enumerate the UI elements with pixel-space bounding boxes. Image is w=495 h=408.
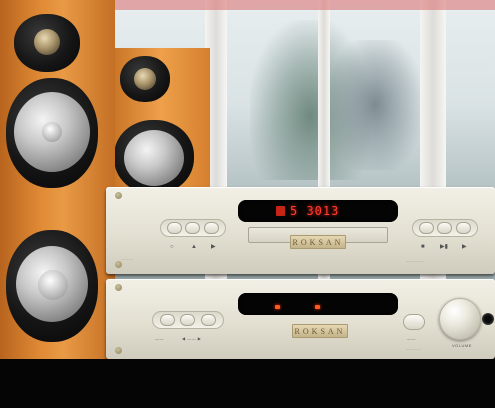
model-print: — — — — bbox=[406, 347, 421, 351]
screw bbox=[115, 347, 122, 354]
input-led bbox=[275, 305, 280, 309]
next-icon: ▶ bbox=[462, 244, 467, 250]
woofer-surround bbox=[114, 120, 194, 194]
brand-logo: ROKSAN bbox=[292, 324, 348, 338]
cd-right-button-group bbox=[412, 219, 478, 237]
skip-button[interactable] bbox=[437, 222, 453, 234]
eject-icon: ▲ bbox=[191, 244, 197, 250]
power-icon: ○ bbox=[170, 244, 174, 250]
screw bbox=[115, 192, 122, 199]
tape-print: —— bbox=[407, 336, 416, 341]
headphone-jack[interactable] bbox=[482, 313, 494, 325]
stop-button[interactable] bbox=[418, 222, 434, 234]
cd-player: 5 3013 ROKSAN ○ ▲ ▶ ■ ▶▮ ▶ — — — — — — —… bbox=[106, 187, 495, 274]
screw bbox=[115, 261, 122, 268]
integrated-amplifier: ROKSAN —— ◀ —— ▶ —— VOLUME — — — — bbox=[106, 279, 495, 359]
cd-display: 5 3013 bbox=[238, 200, 398, 222]
front-speaker bbox=[0, 0, 115, 360]
tweeter-surround bbox=[120, 56, 170, 102]
tweeter-surround bbox=[14, 14, 80, 72]
skip-icon: ▶▮ bbox=[440, 244, 448, 250]
window-top-edge bbox=[100, 0, 495, 10]
power-button[interactable] bbox=[166, 222, 182, 234]
dust-cap bbox=[38, 270, 68, 300]
amp-button-group bbox=[152, 311, 224, 329]
woofer-cone bbox=[14, 92, 90, 172]
dust-cap bbox=[42, 122, 62, 142]
input-display bbox=[238, 293, 398, 315]
woofer-cone bbox=[16, 246, 88, 322]
input-led bbox=[315, 305, 320, 309]
model-print: — — — bbox=[122, 257, 133, 261]
volume-label: VOLUME bbox=[452, 343, 472, 348]
play-icon: ▶ bbox=[211, 244, 216, 250]
stop-icon: ■ bbox=[421, 244, 425, 250]
next-button[interactable] bbox=[456, 222, 472, 234]
dark-floor bbox=[0, 359, 495, 408]
woofer-surround bbox=[6, 230, 98, 342]
play-button[interactable] bbox=[204, 222, 220, 234]
woofer-cone bbox=[124, 130, 184, 186]
track-indicator bbox=[276, 206, 285, 216]
screw bbox=[115, 284, 122, 291]
cd-left-button-group bbox=[160, 219, 226, 237]
input-print: ◀ —— ▶ bbox=[182, 336, 202, 341]
brand-logo: ROKSAN bbox=[290, 235, 346, 249]
woofer-surround bbox=[6, 78, 98, 188]
mode-button[interactable] bbox=[159, 314, 175, 326]
cd-display-readout: 5 3013 bbox=[290, 204, 340, 218]
blurred-building bbox=[330, 40, 420, 170]
tweeter-dome bbox=[34, 29, 60, 55]
input-down-button[interactable] bbox=[180, 314, 196, 326]
photo-scene: 5 3013 ROKSAN ○ ▲ ▶ ■ ▶▮ ▶ — — — — — — —… bbox=[0, 0, 495, 408]
volume-knob[interactable] bbox=[439, 298, 481, 340]
tape-button[interactable] bbox=[403, 314, 425, 330]
model-print: — — — — — bbox=[406, 259, 425, 263]
input-up-button[interactable] bbox=[201, 314, 217, 326]
rear-speaker bbox=[112, 48, 210, 194]
tweeter-dome bbox=[134, 68, 156, 90]
mode-print: —— bbox=[155, 336, 164, 341]
open-close-button[interactable] bbox=[185, 222, 201, 234]
